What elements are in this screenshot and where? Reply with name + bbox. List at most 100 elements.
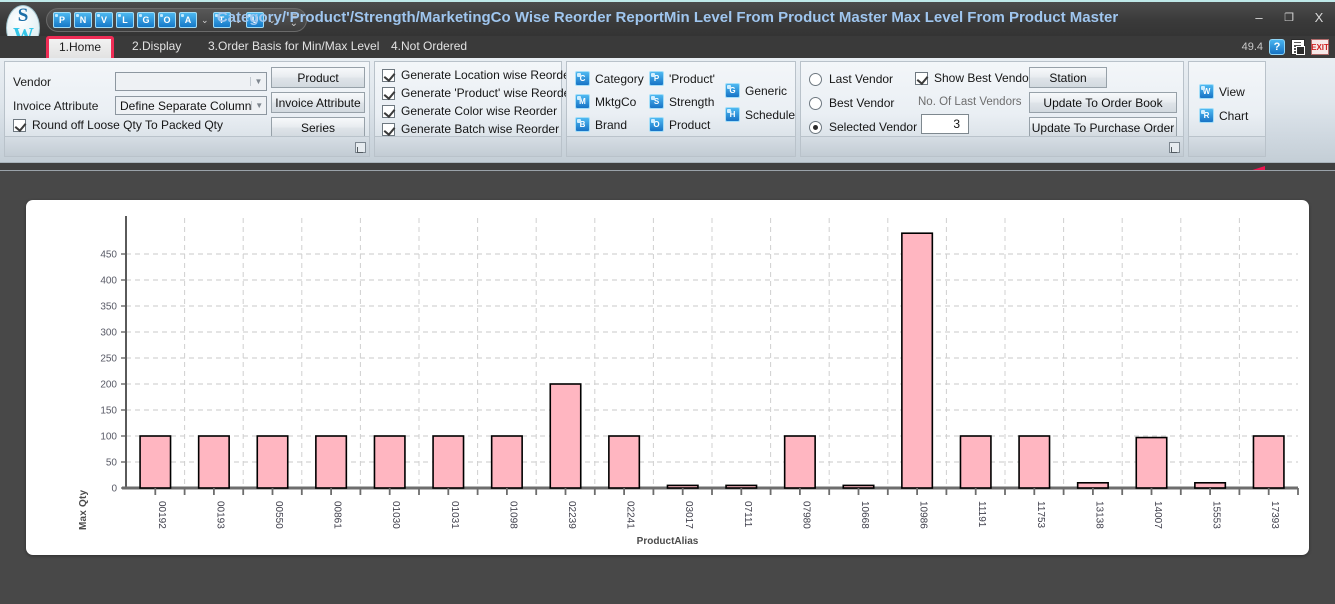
category-icon: C [575,71,590,86]
dimension-brand-label: Brand [595,117,628,132]
qat-button-l[interactable]: L [116,12,134,28]
vendor-label: Vendor [13,75,52,89]
station-button[interactable]: Station [1029,67,1107,88]
chart-card: Max Qty ProductAlias 0 50 100 150 200 250 300 3… [26,200,1309,555]
dimension-mktgco[interactable]: M MktgCo [575,94,636,109]
qat-button-v[interactable]: V [95,12,113,28]
checkbox-icon-location[interactable] [382,68,395,82]
document-icon[interactable] [1291,39,1305,55]
ribbon-group-vendor-footer [5,136,369,156]
series-button[interactable]: Series [271,117,365,138]
dimension-category-label: Category [595,71,644,86]
svg-text:15553: 15553 [1211,501,1222,529]
radio-icon-selected-vendor[interactable] [809,120,822,134]
invoice-attribute-label: Invoice Attribute [13,99,99,113]
svg-text:350: 350 [100,302,117,313]
tab-order-basis[interactable]: 3.Order Basis for Min/Max Level [198,36,389,58]
product-icon: O [649,117,664,132]
close-button[interactable]: X [1311,10,1327,25]
dimension-product[interactable]: O Product [649,117,710,132]
dimension-product-label: Product [669,117,711,132]
invoice-attribute-combo[interactable]: Define Separate Column ▼ [115,96,267,115]
radio-last-vendor[interactable]: Last Vendor [809,72,893,86]
dimension-category[interactable]: C Category [575,71,644,86]
show-best-vendor-checkbox[interactable]: Show Best Vendor [915,71,1033,85]
tab-display[interactable]: 2.Display [122,36,191,58]
qat-button-a[interactable]: A [179,12,197,28]
vendor-combo[interactable]: ▼ [115,72,267,91]
checkbox-icon-show-best-vendor[interactable] [915,71,928,85]
generate-batch-checkbox[interactable]: Generate Batch wise Reorder [382,122,559,136]
qat-button-o[interactable]: O [158,12,176,28]
generate-color-label: Generate Color wise Reorder [401,104,558,118]
generate-location-checkbox[interactable]: Generate Location wise Reorder [382,68,574,82]
round-off-checkbox[interactable]: Round off Loose Qty To Packed Qty [13,118,223,132]
svg-text:00193: 00193 [214,501,225,529]
svg-text:02239: 02239 [566,501,577,529]
minimize-button[interactable]: – [1251,10,1267,25]
checkbox-icon-color[interactable] [382,104,395,118]
maximize-button[interactable]: ❐ [1281,11,1297,24]
generic-icon: G [725,83,740,98]
chevron-down-icon-t[interactable]: ⌄ [234,15,244,26]
svg-text:450: 450 [100,250,117,261]
generate-product-checkbox[interactable]: Generate 'Product' wise Reorder [382,86,574,100]
view-item[interactable]: W View [1199,84,1245,99]
checkbox-icon-round-off[interactable] [13,118,26,132]
generate-color-checkbox[interactable]: Generate Color wise Reorder [382,104,557,118]
dimension-schedule[interactable]: H Schedule [725,107,795,122]
qat-button-t[interactable]: T [212,12,231,28]
svg-text:03017: 03017 [683,501,694,529]
invoice-attribute-combo-value: Define Separate Column [120,98,252,113]
mktgco-icon: M [575,94,590,109]
version-label: 49.4 [1241,41,1263,53]
svg-text:02241: 02241 [625,501,636,529]
help-icon[interactable]: ? [1269,39,1285,55]
checkbox-icon-batch[interactable] [382,122,395,136]
chevron-down-icon-u[interactable]: ⌄ [267,15,277,26]
ribbon-group-generate: Generate Location wise Reorder Generate … [374,61,574,157]
radio-selected-vendor[interactable]: Selected Vendor [809,120,917,134]
generate-batch-label: Generate Batch wise Reorder [401,122,560,136]
qat-button-g[interactable]: G [137,12,155,28]
dimension-brand[interactable]: B Brand [575,117,627,132]
no-of-last-vendors-input[interactable]: 3 [921,114,969,134]
svg-text:00861: 00861 [332,501,343,529]
update-to-order-book-button[interactable]: Update To Order Book [1029,92,1177,113]
exit-icon[interactable]: EXIT [1311,39,1329,55]
dialog-launcher-icon-vendor[interactable] [355,142,366,153]
dimension-product-quoted[interactable]: P 'Product' [649,71,715,86]
strength-icon: S [649,94,664,109]
radio-icon-best-vendor[interactable] [809,96,822,110]
chart-item[interactable]: R Chart [1199,108,1248,123]
qat-overflow-icon[interactable]: ≡ ⌄ [290,11,298,29]
chevron-down-icon-invoice-attribute[interactable]: ▼ [251,101,266,110]
qat-button-p[interactable]: P [53,12,71,28]
no-of-last-vendors-label: No. Of Last Vendors [918,96,1022,108]
update-to-purchase-order-button[interactable]: Update To Purchase Order [1029,117,1177,138]
chevron-down-icon-a[interactable]: ⌄ [200,15,210,26]
dimension-generic[interactable]: G Generic [725,83,787,98]
tab-not-ordered[interactable]: 4.Not Ordered [381,36,477,58]
svg-text:300: 300 [100,328,117,339]
tab-home[interactable]: 1.Home [46,36,115,58]
svg-text:150: 150 [100,406,117,417]
radio-best-vendor[interactable]: Best Vendor [809,96,894,110]
radio-icon-last-vendor[interactable] [809,72,822,86]
qat-button-n[interactable]: N [74,12,92,28]
chevron-down-icon-vendor[interactable]: ▼ [250,77,266,86]
svg-text:200: 200 [100,380,117,391]
chart-icon: R [1199,108,1214,123]
svg-text:13138: 13138 [1093,501,1104,529]
checkbox-icon-product[interactable] [382,86,395,100]
product-button[interactable]: Product [271,67,365,88]
dimension-mktgco-label: MktgCo [595,94,637,109]
invoice-attribute-button[interactable]: Invoice Attribute [271,92,365,113]
qat-button-u[interactable]: U [246,12,265,28]
svg-text:0: 0 [111,484,117,495]
ribbon-group-vendor: Vendor ▼ Invoice Attribute Define Separa… [4,61,370,157]
dialog-launcher-icon-vendor-options[interactable] [1169,142,1180,153]
ribbon-group-vendor-options: Last Vendor Best Vendor Selected Vendor … [800,61,1184,157]
schedule-icon: H [725,107,740,122]
dimension-strength[interactable]: S Strength [649,94,714,109]
